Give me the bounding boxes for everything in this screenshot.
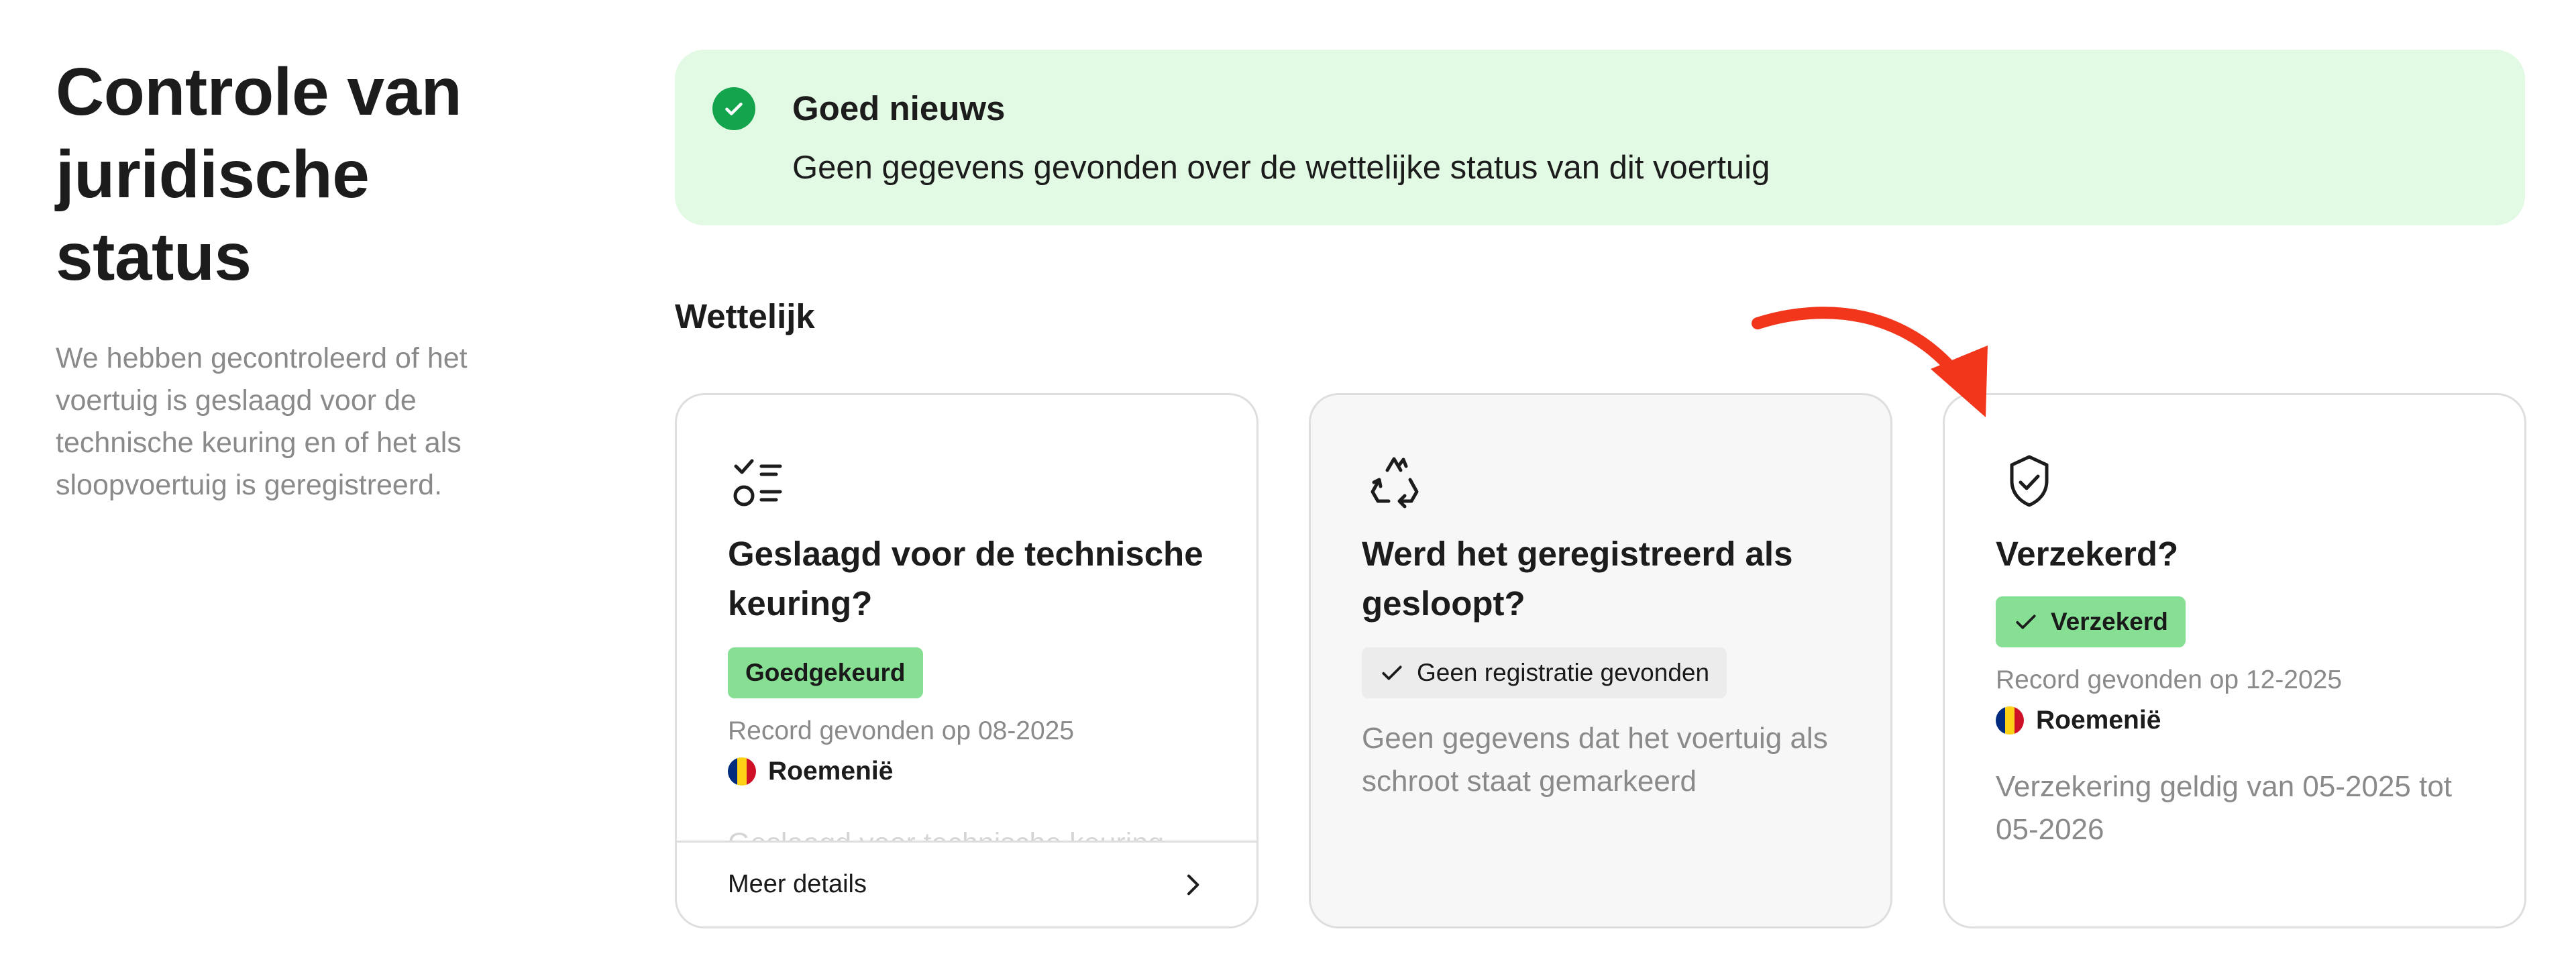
status-badge: Goedgekeurd: [728, 647, 923, 698]
good-news-banner: Goed nieuws Geen gegevens gevonden over …: [675, 50, 2525, 225]
page-description: We hebben gecontroleerd of het voertuig …: [56, 342, 468, 501]
country-label: Roemenië: [768, 757, 894, 786]
more-details-label: Meer details: [728, 870, 867, 898]
check-icon: [2016, 614, 2036, 629]
record-date: Record gevonden op 12-2025: [1996, 665, 2343, 694]
country: Roemenië: [1996, 704, 2161, 737]
romania-flag-icon: [1996, 706, 2024, 735]
scrapped-card: Werd het geregistreerd als gesloopt? Gee…: [1309, 393, 1892, 928]
coverage-period: Verzekering geldig van 05-2025 tot 05-20…: [1996, 770, 2453, 846]
banner-title: Goed nieuws: [792, 89, 1006, 127]
page-title: Controle van juridische status: [56, 54, 462, 294]
check-icon: [1382, 665, 1402, 680]
section-title: Wettelijk: [675, 297, 815, 335]
country-label: Roemenië: [2036, 706, 2161, 735]
shield-check-icon: [2010, 455, 2049, 507]
chevron-right-icon: [1187, 874, 1199, 895]
check-circle-icon: [712, 87, 755, 130]
card-description: Geen gegevens dat het voertuig als schro…: [1362, 722, 1828, 798]
recycle-icon: [1371, 457, 1419, 508]
record-date: Record gevonden op 08-2025: [728, 716, 1075, 745]
banner-text: Geen gegevens gevonden over de wettelijk…: [792, 150, 1770, 186]
checklist-icon: [733, 459, 782, 506]
inspection-card: Geslaagd voor de technische keuring? Goe…: [675, 393, 1258, 928]
card-title: Werd het geregistreerd als gesloopt?: [1362, 535, 1793, 623]
card-title: Geslaagd voor de technische keuring?: [728, 535, 1203, 623]
status-badge: Geen registratie gevonden: [1362, 647, 1727, 698]
intro-section: Controle van juridische status We hebben…: [56, 51, 579, 506]
romania-flag-icon: [728, 757, 756, 786]
badge-label: Verzekerd: [2051, 608, 2168, 635]
insured-card: Verzekerd? Verzekerd Record gevonden op …: [1943, 393, 2526, 928]
badge-label: Geen registratie gevonden: [1417, 659, 1710, 686]
more-details-button[interactable]: Meer details: [677, 841, 1256, 926]
status-badge: Verzekerd: [1996, 596, 2186, 647]
annotation-arrow-icon: [1752, 307, 1988, 417]
country: Roemenië: [728, 755, 893, 788]
card-title: Verzekerd?: [1996, 535, 2179, 573]
